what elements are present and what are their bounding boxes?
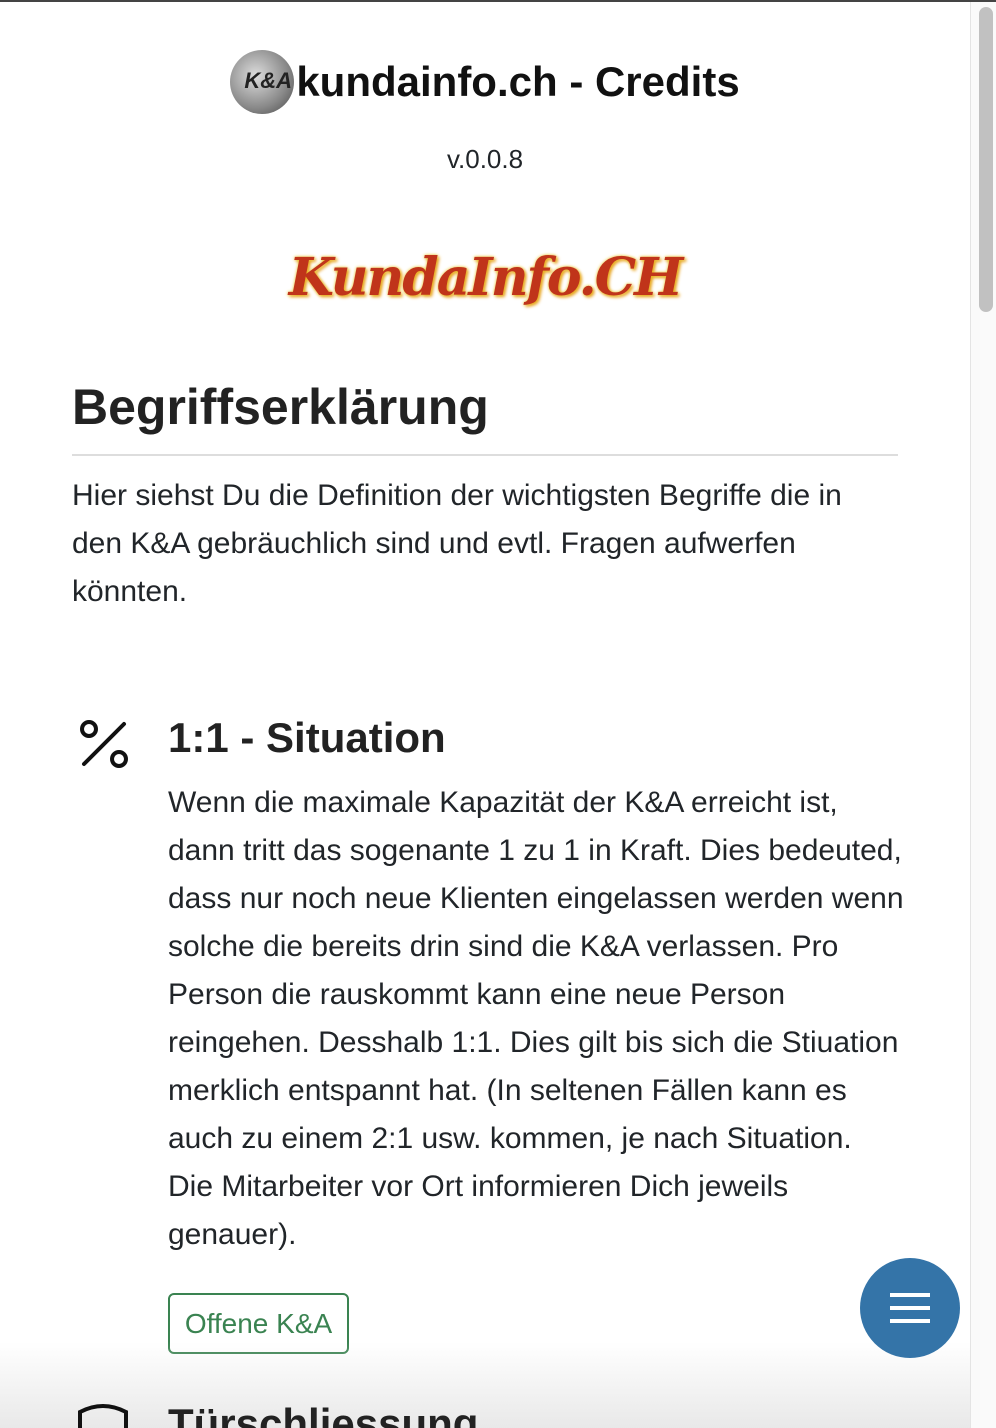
title-text: kundainfo.ch - Credits: [296, 58, 740, 105]
scrollbar-thumb[interactable]: [979, 7, 993, 312]
menu-button[interactable]: [860, 1258, 960, 1358]
hamburger-bar: [890, 1306, 930, 1310]
logo-icon: K&A: [230, 50, 295, 114]
brand-logo: KundaInfo.CH: [288, 247, 684, 308]
hamburger-menu-icon: [890, 1293, 930, 1297]
bottom-shade: [0, 1342, 970, 1428]
section-title: Türschliessung: [168, 1400, 479, 1428]
scrollbar[interactable]: [970, 2, 996, 1428]
section-body: Wenn die maximale Kapazität der K&A erre…: [168, 786, 904, 1251]
shield-icon: [78, 1404, 128, 1428]
hamburger-bar: [890, 1319, 930, 1323]
page: K&A kundainfo.ch - Credits v.0.0.8 Kunda…: [0, 0, 996, 1428]
section-heading: Begriffserklärung: [72, 379, 489, 435]
percent-icon: [80, 720, 128, 768]
version: v.0.0.8: [446, 144, 524, 174]
page-title: K&A kundainfo.ch - Credits: [230, 50, 740, 114]
intro-text: Hier siehst Du die Definition der wichti…: [72, 479, 842, 608]
logo-text: K&A: [244, 68, 292, 93]
section-title: 1:1 - Situation: [168, 714, 446, 761]
header: K&A kundainfo.ch - Credits: [0, 50, 970, 119]
divider: [72, 454, 898, 456]
